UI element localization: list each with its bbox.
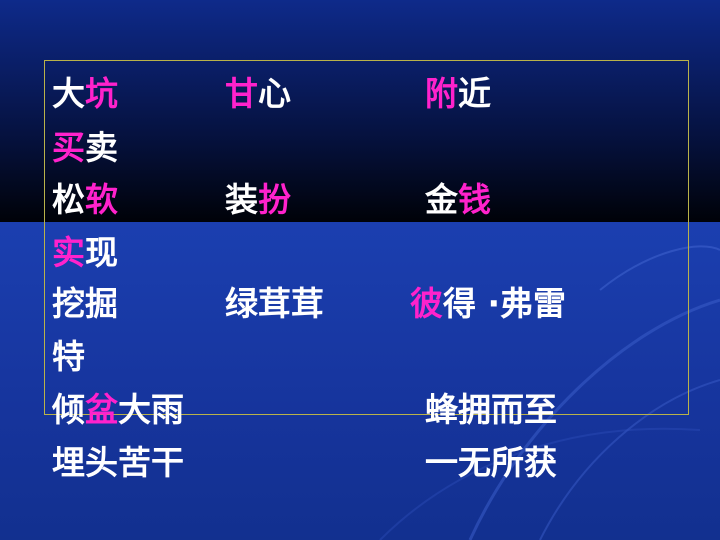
- char: 倾: [52, 390, 85, 429]
- word-te: 特: [52, 337, 85, 376]
- word-jinqian: 金钱: [425, 180, 491, 220]
- word-yiwusuohuo: 一无所获: [425, 443, 557, 482]
- char: 大雨: [118, 390, 184, 429]
- word-wajue: 挖掘: [52, 284, 118, 323]
- word-zhuangban: 装扮: [225, 180, 291, 220]
- char: 现: [85, 233, 118, 272]
- word-maimai: 买卖: [52, 128, 118, 168]
- char: 松: [52, 180, 85, 219]
- highlight-char: 彼: [410, 284, 443, 323]
- highlight-char: 坑: [85, 74, 118, 113]
- highlight-char: 扮: [258, 180, 291, 219]
- word-fengyongerzhi: 蜂拥而至: [425, 390, 557, 429]
- word-lvrongrong: 绿茸茸: [225, 284, 324, 323]
- text-frame: [44, 60, 689, 415]
- word-fujin: 附近: [425, 74, 491, 114]
- char: 心: [258, 74, 291, 113]
- highlight-char: 附: [425, 74, 458, 113]
- char: 大: [52, 74, 85, 113]
- highlight-char: 买: [52, 128, 85, 167]
- word-maitoukugan: 埋头苦干: [52, 443, 184, 482]
- char: 得 ·弗雷: [443, 284, 567, 323]
- word-shixian: 实现: [52, 233, 118, 273]
- char: 卖: [85, 128, 118, 167]
- highlight-char: 软: [85, 180, 118, 219]
- word-ganxin: 甘心: [225, 74, 291, 114]
- word-songruan: 松软: [52, 180, 118, 220]
- word-dakeng: 大坑: [52, 74, 118, 114]
- highlight-char: 甘: [225, 74, 258, 113]
- highlight-char: 盆: [85, 390, 118, 429]
- word-qingpendayu: 倾盆大雨: [52, 390, 184, 430]
- char: 近: [458, 74, 491, 113]
- char: 金: [425, 180, 458, 219]
- word-peter-free: 彼得 ·弗雷: [410, 284, 566, 324]
- char: 装: [225, 180, 258, 219]
- highlight-char: 实: [52, 233, 85, 272]
- highlight-char: 钱: [458, 180, 491, 219]
